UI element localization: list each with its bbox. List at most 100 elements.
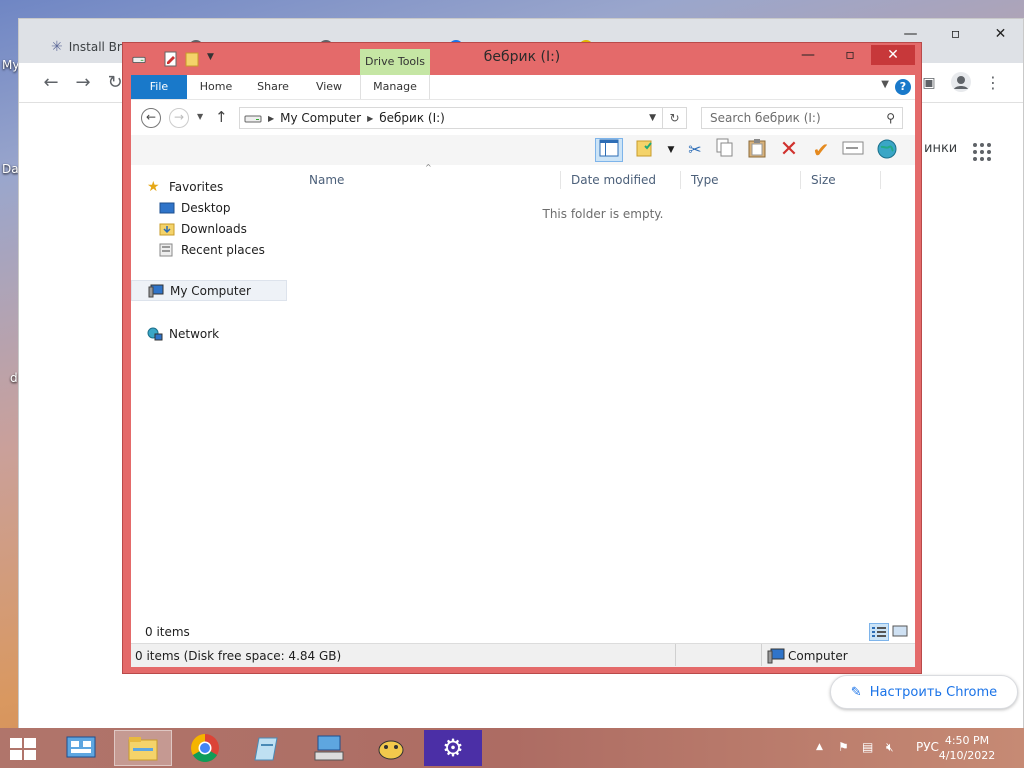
minimize-button[interactable]: — xyxy=(793,45,823,65)
clock[interactable]: 4:50 PM 4/10/2022 xyxy=(932,733,1002,763)
folder-options-icon[interactable] xyxy=(631,138,659,162)
close-button[interactable]: ✕ xyxy=(871,45,915,65)
nav-favorites[interactable]: ★ Favorites xyxy=(147,176,303,197)
apps-grid-icon[interactable] xyxy=(973,143,991,161)
delete-icon[interactable]: ✕ xyxy=(775,138,803,162)
cut-icon[interactable]: ✂ xyxy=(681,138,709,162)
nav-my-computer[interactable]: My Computer xyxy=(131,280,287,301)
title-bar[interactable]: ▼ Drive Tools бебрик (I:) — ▫ ✕ xyxy=(123,43,921,75)
show-hidden-icons-icon[interactable]: ▲ xyxy=(816,742,823,752)
desktop-icon xyxy=(159,202,175,213)
customize-chrome-label: Настроить Chrome xyxy=(869,684,998,700)
nav-downloads[interactable]: Downloads xyxy=(159,218,315,239)
taskbar: ⚙ ▲ ⚑ ▤ 🔇︎ РУС 4:50 PM 4/10/2022 xyxy=(0,728,1024,768)
menu-dots-icon[interactable]: ⋮ xyxy=(981,71,1005,95)
chrome-close-button[interactable]: ✕ xyxy=(978,19,1023,49)
network-tray-icon[interactable]: ▤ xyxy=(862,740,873,754)
taskbar-app[interactable] xyxy=(362,730,420,766)
downloads-folder-icon xyxy=(159,223,175,235)
tab-home[interactable]: Home xyxy=(191,75,241,99)
recent-locations-icon[interactable]: ▼ xyxy=(197,112,203,121)
column-header-name[interactable]: Name xyxy=(299,171,561,189)
large-icons-view-icon xyxy=(892,625,908,637)
search-input[interactable]: Search бебрик (I:) xyxy=(701,107,903,129)
customize-chrome-button[interactable]: ✎ Настроить Chrome xyxy=(830,675,1018,709)
nav-recent-places[interactable]: Recent places xyxy=(159,239,315,260)
command-toolbar: ▼ ✂ ✕ ✔ xyxy=(131,135,915,165)
taskbar-app[interactable]: ⚙ xyxy=(424,730,482,766)
nav-downloads-label: Downloads xyxy=(181,221,247,236)
chrome-tab-label: Install Bra xyxy=(68,40,130,54)
brave-icon: ✳ xyxy=(51,39,63,55)
details-view-button[interactable] xyxy=(869,623,889,641)
help-button[interactable]: ? xyxy=(895,79,911,95)
tab-view[interactable]: View xyxy=(305,75,353,99)
network-icon xyxy=(147,327,163,340)
column-header-date-modified[interactable]: Date modified xyxy=(561,171,681,189)
nav-network[interactable]: Network xyxy=(147,323,303,344)
explorer-body: ★ Favorites Desktop Downloads Recent pla… xyxy=(131,163,915,643)
column-header-size[interactable]: Size xyxy=(801,171,881,189)
chrome-icon xyxy=(191,734,219,762)
chrome-maximize-button[interactable]: ▫ xyxy=(933,19,978,49)
search-icon[interactable]: ⚲ xyxy=(886,111,895,125)
globe-icon[interactable] xyxy=(873,138,901,162)
explorer-window: ▼ Drive Tools бебрик (I:) — ▫ ✕ File Hom… xyxy=(122,42,922,674)
nav-favorites-label: Favorites xyxy=(169,179,224,194)
taskbar-app-explorer[interactable] xyxy=(114,730,172,766)
notepad-icon xyxy=(254,737,278,761)
refresh-button[interactable]: ↻ xyxy=(663,107,687,129)
taskbar-app[interactable] xyxy=(300,730,358,766)
computer-icon xyxy=(767,648,785,664)
status-bar: 0 items (Disk free space: 4.84 GB) Compu… xyxy=(131,643,915,667)
checkmark-icon[interactable]: ✔ xyxy=(807,138,835,162)
back-button[interactable]: ← xyxy=(141,108,161,128)
recent-places-icon xyxy=(159,243,173,256)
tab-file[interactable]: File xyxy=(131,75,187,99)
file-list-pane: ^ Name Date modified Type Size This fold… xyxy=(295,163,915,643)
settings-gear-icon: ⚙ xyxy=(442,734,464,762)
taskbar-app[interactable] xyxy=(52,730,110,766)
navigation-pane: ★ Favorites Desktop Downloads Recent pla… xyxy=(131,165,295,643)
pencil-icon: ✎ xyxy=(850,684,862,700)
tab-share[interactable]: Share xyxy=(247,75,299,99)
up-arrow-icon[interactable]: ↑ xyxy=(215,108,228,126)
ribbon-expand-icon[interactable]: ▼ xyxy=(881,79,889,90)
copy-icon[interactable] xyxy=(711,138,739,162)
column-header-type[interactable]: Type xyxy=(681,171,801,189)
desktop-label[interactable]: d xyxy=(10,371,18,385)
profile-icon[interactable] xyxy=(949,71,973,95)
nav-my-computer-label: My Computer xyxy=(170,283,251,298)
taskbar-app[interactable] xyxy=(176,730,234,766)
item-count: 0 items xyxy=(145,625,190,639)
nav-desktop-label: Desktop xyxy=(181,200,231,215)
address-dropdown-icon[interactable]: ▼ xyxy=(649,113,656,123)
forward-arrow-icon[interactable]: → xyxy=(71,71,95,95)
desktop-label[interactable]: My xyxy=(2,58,19,72)
rename-icon[interactable] xyxy=(839,138,867,162)
maximize-button[interactable]: ▫ xyxy=(835,45,865,65)
tab-manage[interactable]: Manage xyxy=(360,75,430,99)
nav-desktop[interactable]: Desktop xyxy=(159,197,315,218)
action-center-flag-icon[interactable]: ⚑ xyxy=(838,740,849,754)
details-view-icon xyxy=(872,627,886,637)
volume-muted-icon[interactable]: 🔇︎ xyxy=(886,740,894,755)
taskbar-app[interactable] xyxy=(238,730,296,766)
back-arrow-icon[interactable]: ← xyxy=(39,71,63,95)
address-input[interactable]: ▶ My Computer ▶ бебрик (I:) ▼ xyxy=(239,107,663,129)
preview-pane-icon[interactable] xyxy=(595,138,623,162)
breadcrumb-chevron-icon: ▶ xyxy=(367,113,374,123)
on-screen-keyboard-icon xyxy=(314,735,344,761)
address-bar-row: ← → ▼ ↑ ▶ My Computer ▶ бебрик (I:) ▼ ↻ … xyxy=(131,99,915,135)
paste-icon[interactable] xyxy=(743,138,771,162)
breadcrumb-drive[interactable]: бебрик (I:) xyxy=(379,111,445,125)
windows-start-icon[interactable] xyxy=(8,736,38,762)
large-icons-view-button[interactable] xyxy=(891,623,911,641)
computer-icon xyxy=(148,284,164,297)
chrome-page-text: инки xyxy=(924,141,958,156)
item-count-bar: 0 items xyxy=(131,621,915,643)
ribbon-tabs: File Home Share View Manage ▼ ? xyxy=(131,75,915,99)
nav-recent-places-label: Recent places xyxy=(181,242,265,257)
forward-button[interactable]: → xyxy=(169,108,189,128)
breadcrumb-my-computer[interactable]: My Computer xyxy=(280,111,361,125)
